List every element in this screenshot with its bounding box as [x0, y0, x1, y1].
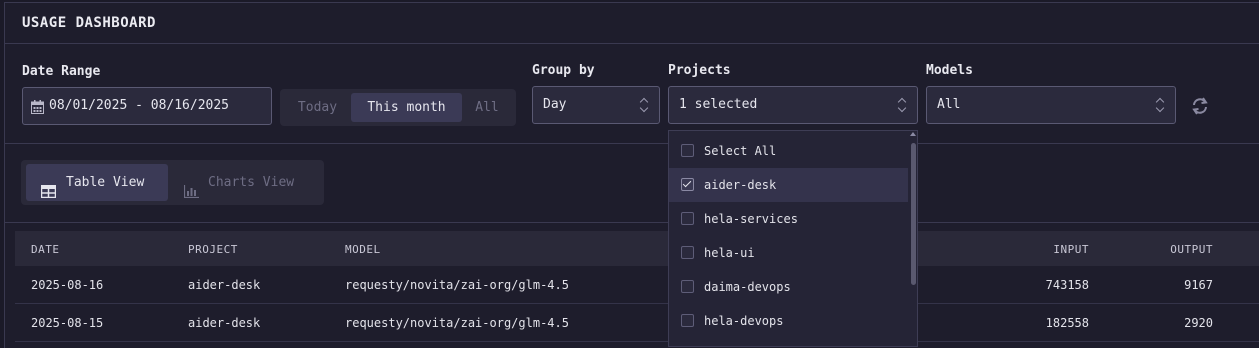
- table-icon: [40, 176, 57, 213]
- projects-dropdown: Select All aider-desk hela-services hela…: [668, 130, 918, 347]
- charts-view-label: Charts View: [208, 175, 295, 190]
- projects-label: Projects: [668, 63, 731, 78]
- page-title: USAGE DASHBOARD: [22, 15, 156, 31]
- preset-today-button[interactable]: Today: [286, 93, 349, 122]
- scrollbar-thumb[interactable]: [911, 143, 916, 285]
- cell-input: 743158: [1045, 278, 1089, 292]
- dropdown-item-label: Select All: [704, 144, 777, 158]
- view-toggle: Table View Charts View: [21, 160, 324, 205]
- cell-output: 9167: [1184, 278, 1213, 292]
- checkbox[interactable]: [681, 280, 694, 293]
- chevron-updown-icon: [1155, 96, 1165, 114]
- cell-model: requesty/novita/zai-org/glm-4.5: [345, 316, 569, 330]
- dropdown-item-hela-ui[interactable]: hela-ui: [669, 236, 908, 270]
- dropdown-item-daima-devops[interactable]: daima-devops: [669, 270, 908, 304]
- group-by-select[interactable]: Day: [532, 86, 660, 124]
- charts-view-button[interactable]: Charts View: [170, 164, 320, 201]
- dropdown-item-select-all[interactable]: Select All: [669, 134, 908, 168]
- calendar-icon: [31, 99, 44, 118]
- models-label: Models: [926, 63, 973, 78]
- cell-date: 2025-08-16: [31, 278, 104, 292]
- checkbox-checked[interactable]: [681, 178, 694, 191]
- dropdown-item-label: aider-desk: [704, 178, 777, 192]
- table-row[interactable]: 2025-08-16 aider-desk requesty/novita/za…: [15, 266, 1259, 304]
- projects-value: 1 selected: [679, 97, 758, 112]
- refresh-icon: [1190, 97, 1210, 120]
- checkbox[interactable]: [681, 246, 694, 259]
- cell-project: aider-desk: [188, 316, 261, 330]
- usage-table: DATE PROJECT MODEL INPUT OUTPUT 2025-08-…: [15, 231, 1259, 347]
- cell-project: aider-desk: [188, 278, 261, 292]
- date-range-label: Date Range: [22, 64, 101, 79]
- column-header-output[interactable]: OUTPUT: [1170, 243, 1213, 256]
- cell-output: 2920: [1184, 316, 1213, 330]
- chevron-updown-icon: [897, 96, 907, 114]
- refresh-button[interactable]: [1190, 96, 1210, 116]
- checkbox[interactable]: [681, 314, 694, 327]
- group-by-label: Group by: [532, 63, 595, 78]
- date-preset-toggle: Today This month All: [280, 89, 516, 126]
- table-view-label: Table View: [66, 175, 145, 190]
- dropdown-item-label: daima-devops: [704, 280, 791, 294]
- preset-this-month-button[interactable]: This month: [351, 93, 462, 122]
- date-range-input[interactable]: 08/01/2025 - 08/16/2025: [22, 87, 272, 125]
- models-value: All: [937, 97, 961, 112]
- table-row[interactable]: 2025-08-15 aider-desk requesty/novita/za…: [15, 304, 1259, 342]
- models-select[interactable]: All: [926, 86, 1176, 124]
- dropdown-item-label: hela-ui: [704, 246, 755, 260]
- table-header: DATE PROJECT MODEL INPUT OUTPUT: [15, 231, 1259, 266]
- dropdown-item-label: hela-services: [704, 212, 798, 226]
- dropdown-item-aider-desk[interactable]: aider-desk: [669, 168, 908, 202]
- column-header-model[interactable]: MODEL: [345, 243, 381, 256]
- column-header-project[interactable]: PROJECT: [188, 243, 238, 256]
- cell-date: 2025-08-15: [31, 316, 104, 330]
- scroll-up-arrow-icon[interactable]: [910, 132, 916, 136]
- column-header-date[interactable]: DATE: [31, 243, 60, 256]
- dropdown-item-hela-services[interactable]: hela-services: [669, 202, 908, 236]
- dashboard-header: USAGE DASHBOARD: [5, 3, 1259, 44]
- chevron-updown-icon: [639, 96, 649, 114]
- checkbox[interactable]: [681, 212, 694, 225]
- checkbox[interactable]: [681, 144, 694, 157]
- date-range-value: 08/01/2025 - 08/16/2025: [49, 98, 230, 113]
- dropdown-item-hela-devops[interactable]: hela-devops: [669, 304, 908, 338]
- cell-input: 182558: [1045, 316, 1089, 330]
- table-view-button[interactable]: Table View: [26, 164, 168, 201]
- bar-chart-icon: [183, 176, 199, 213]
- dropdown-item-label: hela-devops: [704, 314, 784, 328]
- column-header-input[interactable]: INPUT: [1053, 243, 1089, 256]
- cell-model: requesty/novita/zai-org/glm-4.5: [345, 278, 569, 292]
- projects-select[interactable]: 1 selected: [668, 86, 918, 124]
- group-by-value: Day: [543, 97, 567, 112]
- preset-all-button[interactable]: All: [464, 93, 510, 122]
